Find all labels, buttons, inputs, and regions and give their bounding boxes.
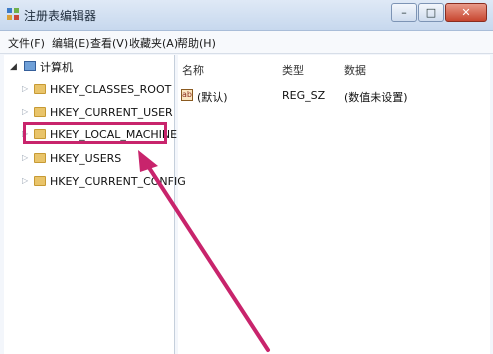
annotation-arrow — [138, 150, 270, 352]
annotation-arrow-shaft — [144, 161, 270, 352]
annotation-arrow-head — [138, 150, 158, 172]
regedit-window: 注册表编辑器 – □ ✕ 文件(F) 编辑(E) 查看(V) 收藏夹(A) 帮助… — [0, 0, 493, 354]
